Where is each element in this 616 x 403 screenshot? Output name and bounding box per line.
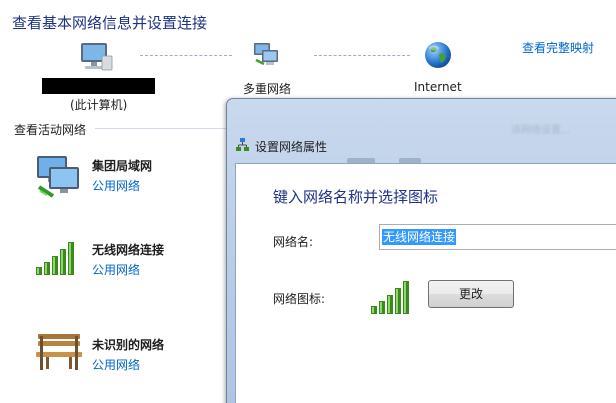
network-type-link[interactable]: 公用网络 <box>92 356 140 373</box>
wireless-signal-icon <box>371 281 409 314</box>
dialog-title: 设置网络属性 <box>255 140 328 154</box>
active-networks-divider <box>95 128 230 129</box>
network-properties-dialog: 该网络设置... 设置网络属性 键入网络名称并选择图标 网络名: 无线网络连接 … <box>226 98 616 403</box>
change-icon-button[interactable]: 更改 <box>428 280 514 308</box>
computer-name-redacted <box>42 78 155 94</box>
computer-icon <box>81 43 113 71</box>
network-computers-icon <box>37 156 79 198</box>
active-networks-header: 查看活动网络 <box>14 123 87 137</box>
map-connector-left <box>140 55 232 56</box>
network-name-selected-text: 无线网络连接 <box>382 229 457 245</box>
globe-icon <box>425 42 451 68</box>
this-computer-node[interactable] <box>78 42 114 75</box>
network-name: 未识别的网络 <box>92 338 165 352</box>
internet-label: Internet <box>414 80 462 94</box>
page-title: 查看基本网络信息并设置连接 <box>12 14 208 32</box>
map-connector-right <box>314 55 410 56</box>
background-blurred-text: 该网络设置... <box>511 125 571 136</box>
network-name: 无线网络连接 <box>92 243 165 257</box>
multiple-networks-label: 多重网络 <box>243 82 292 96</box>
network-name-input[interactable]: 无线网络连接 <box>379 224 616 250</box>
network-name: 集团局域网 <box>92 159 153 173</box>
network-type-link[interactable]: 公用网络 <box>92 261 140 278</box>
network-properties-icon <box>236 138 249 151</box>
network-type-link[interactable]: 公用网络 <box>92 177 140 194</box>
multiple-networks-node[interactable] <box>252 40 280 71</box>
internet-node[interactable] <box>423 40 453 73</box>
dialog-heading: 键入网络名称并选择图标 <box>273 188 439 206</box>
multiple-networks-icon <box>254 43 278 66</box>
wireless-signal-icon <box>36 242 74 275</box>
view-full-map-link[interactable]: 查看完整映射 <box>522 39 594 56</box>
dialog-content: 键入网络名称并选择图标 网络名: 无线网络连接 网络图标: 更改 <box>235 163 616 403</box>
park-bench-icon <box>36 334 82 370</box>
network-icon-label: 网络图标: <box>273 292 326 306</box>
this-computer-label: (此计算机) <box>70 98 128 112</box>
network-name-label: 网络名: <box>273 235 314 249</box>
